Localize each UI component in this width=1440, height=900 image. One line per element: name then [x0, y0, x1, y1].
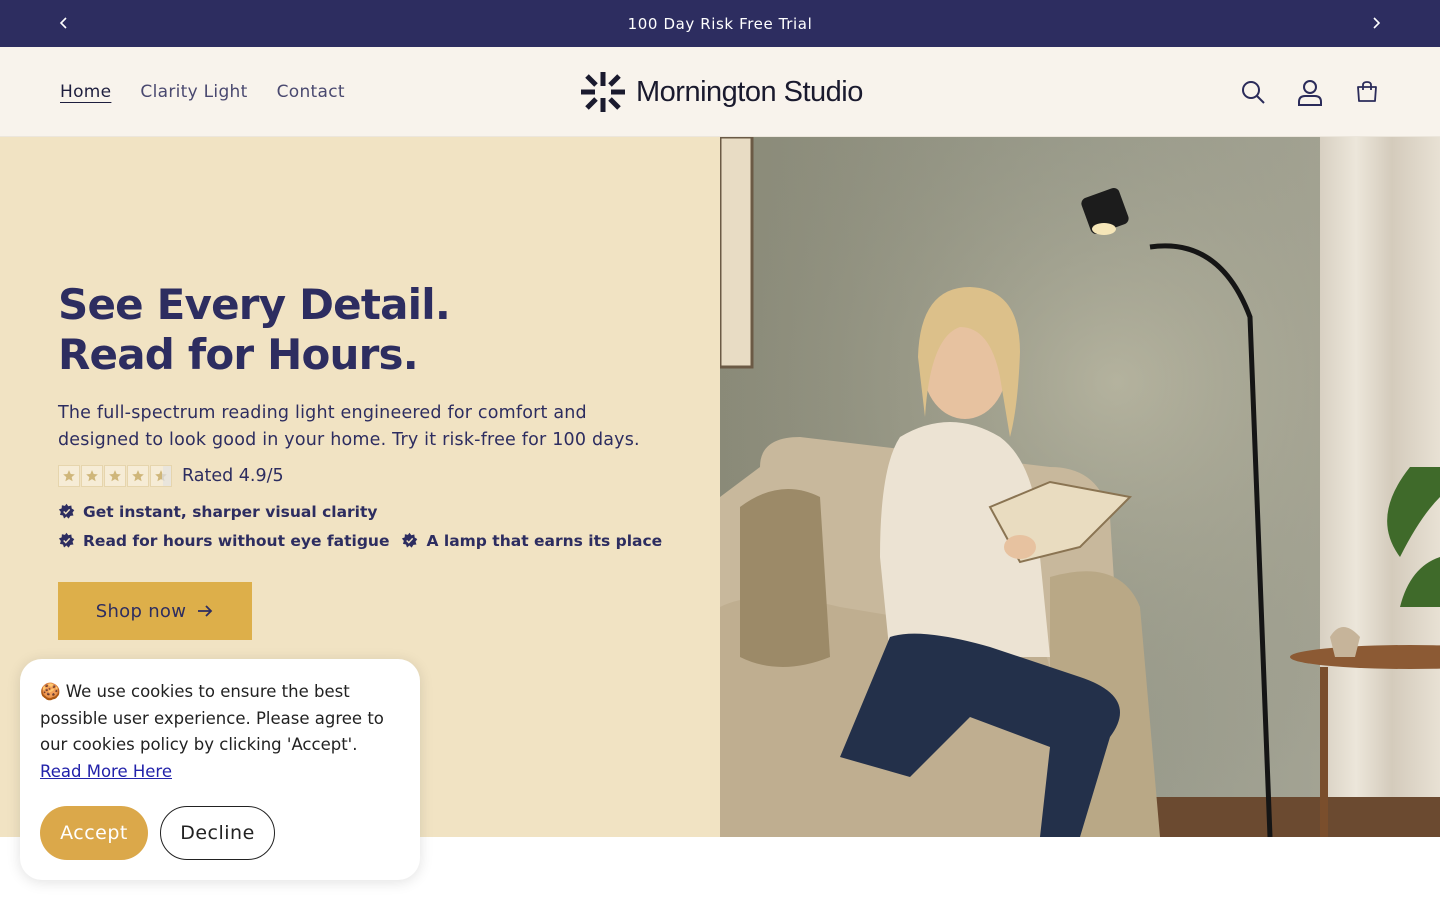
benefit-text: Get instant, sharper visual clarity [83, 502, 378, 521]
chevron-right-icon[interactable] [1365, 12, 1387, 34]
star-rating [58, 465, 172, 487]
benefit-text: Read for hours without eye fatigue [83, 531, 390, 550]
decline-button[interactable]: Decline [160, 806, 275, 860]
logo-text: Mornington Studio [636, 75, 863, 108]
nav-contact-link[interactable]: Contact [277, 82, 345, 102]
hero-subtext: The full-spectrum reading light engineer… [58, 403, 640, 450]
cart-icon[interactable] [1352, 77, 1382, 107]
benefit-item: A lamp that earns its place [401, 532, 662, 550]
cookie-emoji: 🍪 [40, 682, 61, 701]
star-icon [81, 465, 103, 487]
badge-check-icon [58, 532, 75, 548]
nav-home-link[interactable]: Home [60, 82, 111, 102]
badge-check-icon [402, 532, 418, 548]
cookie-banner: 🍪 We use cookies to ensure the best poss… [20, 659, 420, 880]
star-icon [58, 465, 80, 487]
main-nav: Home Clarity Light Contact [60, 47, 345, 137]
site-header: Home Clarity Light Contact Mornington St… [0, 47, 1440, 137]
accept-button[interactable]: Accept [40, 806, 148, 860]
half-star-icon [150, 465, 172, 487]
cookie-message: 🍪 We use cookies to ensure the best poss… [40, 679, 402, 785]
benefit-list: Get instant, sharper visual clarity Read… [58, 497, 662, 555]
hero-headline: See Every Detail. Read for Hours. [58, 280, 451, 380]
site-logo[interactable]: Mornington Studio [580, 71, 863, 113]
badge-check-icon [58, 503, 75, 519]
logo-mark-icon [581, 72, 625, 112]
hero-headline-line2: Read for Hours. [58, 330, 419, 379]
header-icons [1238, 77, 1382, 107]
cookie-text: We use cookies to ensure the best possib… [40, 682, 384, 754]
hero-headline-line1: See Every Detail. [58, 280, 451, 329]
search-icon[interactable] [1238, 77, 1268, 107]
arrow-right-icon [198, 605, 213, 617]
star-icon [104, 465, 126, 487]
shop-now-button[interactable]: Shop now [58, 582, 252, 640]
benefit-item: Read for hours without eye fatigue [58, 532, 389, 550]
announcement-bar: 100 Day Risk Free Trial [0, 0, 1440, 47]
benefit-item: Get instant, sharper visual clarity [58, 503, 378, 521]
account-icon[interactable] [1295, 77, 1325, 107]
nav-clarity-light-link[interactable]: Clarity Light [140, 82, 247, 102]
hero-image [720, 137, 1440, 837]
star-icon [127, 465, 149, 487]
cookie-read-more-link[interactable]: Read More Here [40, 762, 172, 781]
benefit-text: A lamp that earns its place [426, 531, 663, 550]
announcement-text: 100 Day Risk Free Trial [627, 14, 813, 33]
chevron-left-icon[interactable] [53, 12, 75, 34]
shop-now-label: Shop now [95, 600, 187, 622]
rating: Rated 4.9/5 [58, 465, 284, 487]
rating-text: Rated 4.9/5 [182, 466, 284, 486]
